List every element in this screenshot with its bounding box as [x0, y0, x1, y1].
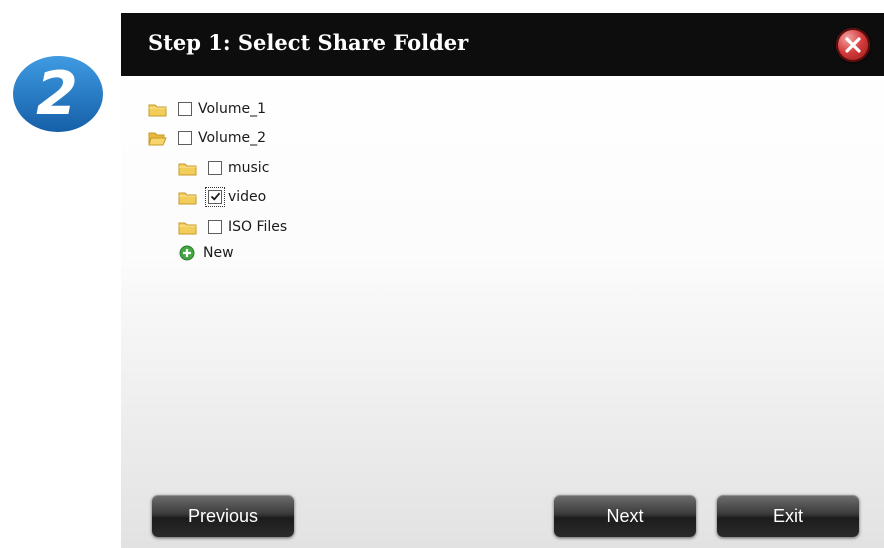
music-checkbox[interactable]	[208, 161, 222, 175]
tree-item-label: video	[228, 189, 267, 205]
folder-icon	[178, 192, 197, 204]
select-share-folder-dialog: Step 1: Select Share Folder Volume_1 Vol…	[121, 13, 884, 548]
close-icon	[845, 37, 861, 53]
tree-item-label: Volume_1	[198, 101, 266, 117]
step-number-badge: 2	[8, 54, 106, 134]
tree-item-volume-1[interactable]: Volume_1	[148, 98, 266, 120]
video-checkbox[interactable]	[205, 187, 225, 207]
volume-1-checkbox[interactable]	[178, 102, 192, 116]
dialog-titlebar: Step 1: Select Share Folder	[121, 13, 884, 76]
tree-item-label: music	[228, 160, 270, 176]
new-folder-link[interactable]: New	[179, 242, 234, 264]
folder-icon	[148, 104, 167, 116]
tree-item-iso-files[interactable]: ISO Files	[178, 216, 287, 238]
folder-open-icon	[148, 132, 167, 145]
next-button[interactable]: Next	[554, 495, 696, 537]
previous-button[interactable]: Previous	[152, 495, 294, 537]
new-folder-label: New	[203, 245, 234, 261]
folder-icon	[178, 163, 197, 175]
step-number: 2	[36, 59, 78, 129]
add-circle-icon	[179, 245, 195, 261]
exit-button[interactable]: Exit	[717, 495, 859, 537]
iso-files-checkbox[interactable]	[208, 220, 222, 234]
dialog-title: Step 1: Select Share Folder	[148, 30, 469, 55]
checkmark-icon	[210, 192, 221, 201]
folder-icon	[178, 222, 197, 234]
tree-item-label: ISO Files	[228, 219, 288, 235]
tree-item-music[interactable]: music	[178, 157, 269, 179]
tree-item-video[interactable]: video	[178, 186, 266, 208]
volume-2-checkbox[interactable]	[178, 131, 192, 145]
close-button[interactable]	[836, 28, 870, 62]
tree-item-volume-2[interactable]: Volume_2	[148, 127, 266, 149]
tree-item-label: Volume_2	[198, 130, 266, 146]
